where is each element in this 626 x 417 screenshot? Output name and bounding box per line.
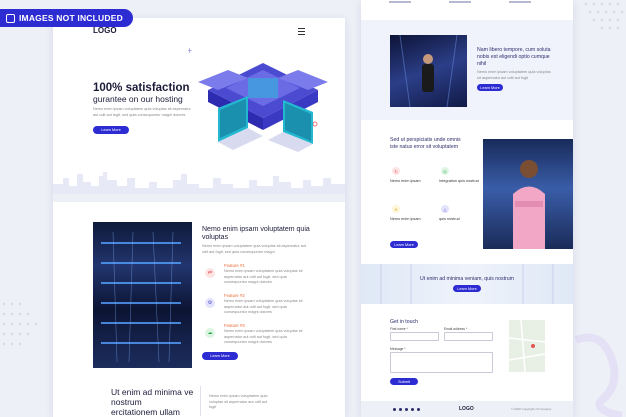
block2-item4-title: quis nostrud	[439, 217, 460, 221]
decorative-wave	[574, 333, 623, 417]
banner-section	[361, 264, 573, 304]
email-input[interactable]	[444, 332, 493, 341]
rack-lights	[101, 231, 181, 363]
block2-item2-icon: ◎	[441, 167, 449, 175]
block2-title: Sed ut perspiciatis unde omnis iste natu…	[390, 137, 461, 150]
feature1-icon: ⇄	[205, 268, 215, 278]
hero-text: Nemo enim ipsam voluptatem quia voluptas…	[93, 107, 191, 117]
block2-item3-title: Nemo enim ipsam	[390, 217, 421, 221]
feature1-title: Feature #1	[224, 263, 245, 268]
instagram-icon[interactable]	[405, 408, 408, 411]
social-icons	[393, 408, 420, 411]
images-not-included-badge: IMAGES NOT INCLUDED	[0, 9, 133, 27]
footer-logo[interactable]: LOGO	[459, 406, 474, 412]
block1-title: Nam libero tempore, cum soluta nobis est…	[477, 47, 551, 67]
message-textarea[interactable]	[390, 352, 493, 373]
feature3-text: Nemo enim ipsam voluptatem quia voluptas…	[224, 329, 303, 345]
map-pin-icon	[531, 344, 535, 348]
banner-title: Ut enim ad minima veniam, quis nostrum	[420, 276, 514, 282]
first-name-label: First name *	[390, 327, 408, 331]
section2-text: Nemo enim ipsam voluptatem quia voluptas…	[202, 244, 307, 254]
section3-divider	[200, 386, 201, 416]
section3-title: Ut enim ad minima ve nostrum ercitatione…	[111, 387, 194, 417]
footer: LOGO © 2020 Copyright of Company	[361, 401, 573, 417]
feature3-icon: ☁	[205, 328, 215, 338]
landing-page-right: Nam libero tempore, cum soluta nobis est…	[361, 0, 573, 417]
image-icon	[6, 13, 15, 23]
message-label: Message *	[390, 347, 406, 351]
feature3-title: Feature #3	[224, 323, 245, 328]
block1-text: Nemo enim ipsam voluptatem quia voluptas…	[477, 70, 551, 80]
footer-copyright: © 2020 Copyright of Company	[511, 407, 552, 411]
dot-pattern-bottom-left	[2, 302, 38, 346]
twitter-icon[interactable]	[399, 408, 402, 411]
block1-learn-more-button[interactable]: Learn More	[477, 84, 503, 91]
woman-in-datacenter-photo	[390, 34, 467, 108]
feature2-icon: ⚙	[205, 298, 215, 308]
block2-item2-title: Integration quis nostrud	[439, 179, 479, 183]
section2-title: Nemo enim ipsam voluptatem quia voluptas	[202, 226, 310, 242]
block2-item1-icon: ↻	[392, 167, 400, 175]
section2-learn-more-button[interactable]: Learn More	[202, 352, 238, 360]
feature1-text: Nemo enim ipsam voluptatem quia voluptas…	[224, 269, 303, 285]
block2-item1-title: Nemo enim ipsam	[390, 179, 421, 183]
banner-learn-more-button[interactable]: Learn More	[453, 285, 481, 292]
logo[interactable]: LOGO	[93, 26, 117, 35]
banner-corridor	[380, 264, 554, 304]
block2-item4-icon: △	[441, 205, 449, 213]
businesswoman-photo	[483, 139, 573, 249]
block2-item3-icon: ☀	[392, 205, 400, 213]
hero-learn-more-button[interactable]: Learn More	[93, 126, 129, 134]
contact-title: Get in touch	[390, 319, 418, 325]
badge-label: IMAGES NOT INCLUDED	[19, 13, 123, 23]
landing-page-left: LOGO 100% satisfaction gurantee on our h…	[53, 18, 345, 417]
server-rack-photo	[93, 222, 192, 368]
contact-submit-button[interactable]: Submit	[390, 378, 418, 385]
photo-person	[399, 34, 458, 108]
linkedin-icon[interactable]	[411, 408, 414, 411]
photo-businesswoman	[513, 160, 545, 249]
svg-text:+: +	[188, 48, 193, 55]
email-label: Email address *	[444, 327, 468, 331]
feature2-text: Nemo enim ipsam voluptatem quia voluptas…	[224, 299, 303, 315]
dot-pattern-top-right	[584, 2, 624, 30]
section-divider	[53, 194, 345, 202]
first-name-input[interactable]	[390, 332, 439, 341]
facebook-icon[interactable]	[393, 408, 396, 411]
map-roads	[508, 319, 546, 373]
server-illustration: + +	[188, 48, 328, 152]
section3-text-1: Nemo enim ipsam voluptatem quia voluptas…	[209, 394, 268, 410]
hero-title: 100% satisfaction gurantee on our hostin…	[93, 82, 190, 105]
city-skyline	[53, 172, 345, 194]
youtube-icon[interactable]	[417, 408, 420, 411]
contact-map[interactable]	[508, 319, 546, 373]
feature2-title: Feature #2	[224, 293, 245, 298]
hamburger-menu-icon[interactable]	[298, 28, 305, 35]
block2-learn-more-button[interactable]: Learn More	[390, 241, 418, 248]
top-strip-text	[389, 1, 531, 3]
